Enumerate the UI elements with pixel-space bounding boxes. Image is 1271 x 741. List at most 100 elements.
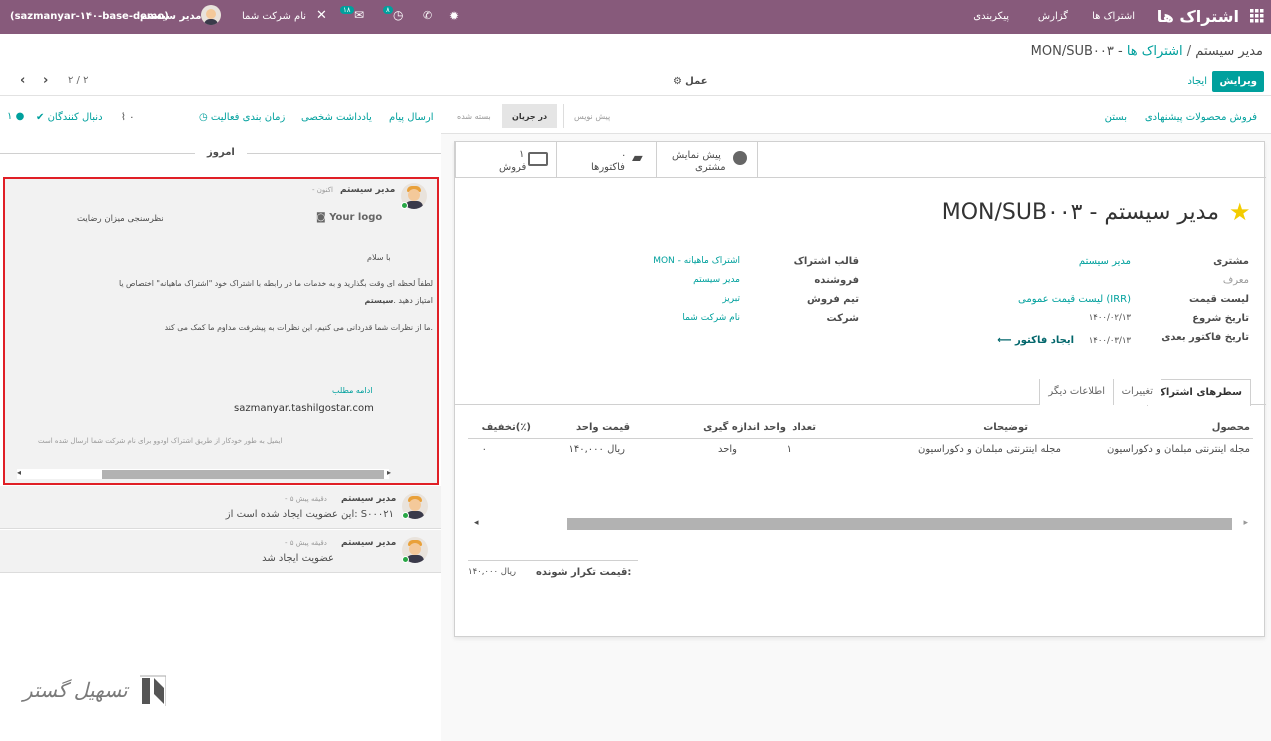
action-label: عمل (685, 76, 708, 87)
survey-title: نظرسنجی میزان رضایت (77, 214, 164, 224)
cell-uom[interactable]: واحد (718, 444, 737, 455)
email-footer: ایمیل به طور خودکار از طریق اشتراک اودوو… (38, 437, 283, 445)
start-date-label: تاریخ شروع (1192, 313, 1249, 324)
column-description[interactable]: توضیحات (983, 422, 1028, 433)
email-logo: ◙ Your logo (316, 212, 383, 223)
pager-prev-icon[interactable]: ‹ (20, 73, 25, 88)
tab-other-info[interactable]: اطلاعات دیگر (1039, 379, 1114, 405)
credit-card-icon (528, 152, 548, 166)
send-message-button[interactable]: ارسال پیام (389, 112, 434, 123)
messages-icon[interactable]: ✉ (354, 8, 364, 22)
preview-label-2: مشتری (695, 162, 726, 173)
sales-button[interactable]: ۱ فروش (455, 142, 556, 178)
arrow-left-icon: ⟵ (997, 335, 1012, 346)
pricelist-label: لیست قیمت (1189, 294, 1249, 305)
followers-count: ۱ (7, 111, 13, 122)
message-body: این عضویت ایجاد شده است از: S۰۰۰۲۱ (225, 509, 394, 520)
followers-button[interactable]: ۱ ● (7, 111, 24, 122)
column-product[interactable]: محصول (1212, 422, 1250, 433)
status-in-progress[interactable]: در جریان (502, 104, 558, 128)
database-name: (sazmanyar-۱۴۰-base-demo) (10, 11, 169, 22)
breadcrumb-separator: / (1186, 44, 1192, 59)
create-button[interactable]: ایجاد (1187, 76, 1207, 87)
attachments-button[interactable]: ⌇ ۰ (121, 112, 134, 123)
email-line1: لطفاً لحظه ای وقت بگذارید و به خدمات ما … (119, 279, 433, 288)
apps-menu-icon[interactable] (1250, 9, 1264, 23)
column-quantity[interactable]: تعداد (792, 422, 816, 433)
chatter-message-tracking: مدیر سیستم - ۵ دقیقه پیش این عضویت ایجاد… (0, 486, 441, 529)
continue-link[interactable]: ادامه مطلب (332, 386, 372, 395)
invoices-button[interactable]: ▰ ۰ فاکتورها (556, 142, 656, 178)
column-unit-price[interactable]: قیمت واحد (576, 422, 630, 433)
phone-icon[interactable]: ✆ (423, 9, 432, 22)
cell-discount[interactable]: ۰ (482, 444, 487, 455)
scroll-left-icon[interactable]: ◂ (17, 468, 21, 477)
menu-reporting[interactable]: گزارش (1038, 11, 1068, 22)
action-menu[interactable]: ⚙ عمل (673, 76, 708, 87)
favorite-star-icon[interactable]: ★ (1229, 198, 1251, 226)
menu-subscriptions[interactable]: اشتراک ها (1092, 11, 1135, 22)
pager-next-icon[interactable]: › (43, 73, 48, 88)
top-navbar: اشتراک ها اشتراک ها گزارش پیکربندی ✹ ✆ ◷… (0, 0, 1271, 34)
create-invoice-button[interactable]: ⟵ ایجاد فاکتور (997, 335, 1074, 346)
table-scrollbar-thumb[interactable] (567, 518, 1232, 530)
status-draft[interactable]: پیش نویس (563, 104, 620, 128)
scroll-right-icon[interactable]: ▸ (387, 468, 391, 477)
template-label: قالب اشتراک (793, 256, 859, 267)
horizontal-scrollbar[interactable]: ◂ ▸ (17, 468, 391, 479)
tab-changes[interactable]: تغییرات (1113, 379, 1161, 405)
message-author: مدیر سیستم (341, 538, 397, 548)
site-url[interactable]: sazmanyar.tashilgostar.com (234, 403, 374, 414)
scrollbar-thumb[interactable] (102, 470, 384, 479)
check-icon: ✔ (36, 112, 45, 123)
online-status-dot (402, 512, 409, 519)
company-switch-icon[interactable]: ✕ (316, 8, 327, 23)
total-divider (468, 560, 638, 561)
table-scroll-left-icon[interactable]: ◂ (474, 518, 479, 528)
tab-subscription-lines[interactable]: سطرهای اشتراک (1146, 379, 1251, 406)
company-name[interactable]: نام شرکت شما (242, 11, 306, 22)
column-uom[interactable]: واحد اندازه گیری (703, 422, 786, 433)
preview-customer-button[interactable]: پیش نمایش مشتری (656, 142, 758, 178)
sell-products-button[interactable]: فروش محصولات پیشنهادی (1145, 112, 1257, 123)
table-horizontal-scrollbar[interactable]: ◂ ▸ (468, 518, 1248, 530)
book-icon: ▰ (632, 150, 643, 166)
salesperson-value[interactable]: مدیر سیستم (693, 275, 740, 285)
edit-button[interactable]: ویرایش (1212, 71, 1264, 92)
column-discount[interactable]: تخفیف(٪) (482, 422, 531, 433)
user-avatar[interactable] (201, 5, 221, 25)
control-panel: MON/SUB۰۰۳ - مدیر سیستم / اشتراک ها ویرا… (0, 34, 1271, 96)
cell-unit-price[interactable]: ۱۴۰,۰۰۰ ریال (568, 444, 625, 455)
message-author: مدیر سیستم (341, 494, 397, 504)
table-header-line (468, 438, 1253, 439)
email-line3: ما از نظرات شما قدردانی می کنیم، این نظر… (164, 323, 433, 332)
follow-button[interactable]: ✔ دنبال کنندگان (36, 112, 103, 123)
company-value[interactable]: نام شرکت شما (682, 313, 740, 323)
template-value[interactable]: MON - اشتراک ماهیانه (653, 256, 740, 266)
debug-icon[interactable]: ✹ (449, 9, 459, 23)
chatter-message-created: مدیر سیستم - ۵ دقیقه پیش عضویت ایجاد شد (0, 530, 441, 573)
sales-team-value[interactable]: تبریز (722, 294, 740, 304)
cell-quantity[interactable]: ۱ (787, 444, 792, 455)
sales-count: ۱ (519, 149, 525, 160)
record-title: MON/SUB۰۰۳ - مدیر سیستم (941, 200, 1219, 225)
table-scroll-right-icon[interactable]: ▸ (1243, 518, 1248, 528)
cell-description[interactable]: مجله اینترنتی مبلمان و دکوراسیون (918, 444, 1061, 455)
message-body: عضویت ایجاد شد (262, 553, 334, 564)
smart-buttons-box: پیش نمایش مشتری ▰ ۰ فاکتورها ۱ فروش (455, 142, 1266, 178)
log-note-button[interactable]: یادداشت شخصی (301, 112, 372, 123)
activity-clock-icon[interactable]: ◷ (393, 8, 403, 22)
preview-label-1: پیش نمایش (672, 150, 721, 161)
close-subscription-button[interactable]: بستن (1105, 112, 1127, 123)
activity-count-badge: ۸ (383, 6, 393, 14)
schedule-activity-button[interactable]: ◷ زمان بندی فعالیت (199, 112, 285, 123)
cell-product[interactable]: مجله اینترنتی مبلمان و دکوراسیون (1107, 444, 1250, 455)
customer-value[interactable]: مدیر سیستم (1079, 256, 1131, 267)
message-time: - ۵ دقیقه پیش (285, 539, 327, 547)
invoices-count: ۰ (621, 150, 627, 161)
breadcrumb-parent[interactable]: اشتراک ها (1127, 44, 1183, 59)
menu-configuration[interactable]: پیکربندی (973, 11, 1009, 22)
pricelist-value[interactable]: لیست قیمت عمومی (IRR) (1018, 294, 1131, 305)
status-closed[interactable]: بسته شده (447, 104, 501, 128)
paperclip-icon: ⌇ (121, 112, 126, 123)
